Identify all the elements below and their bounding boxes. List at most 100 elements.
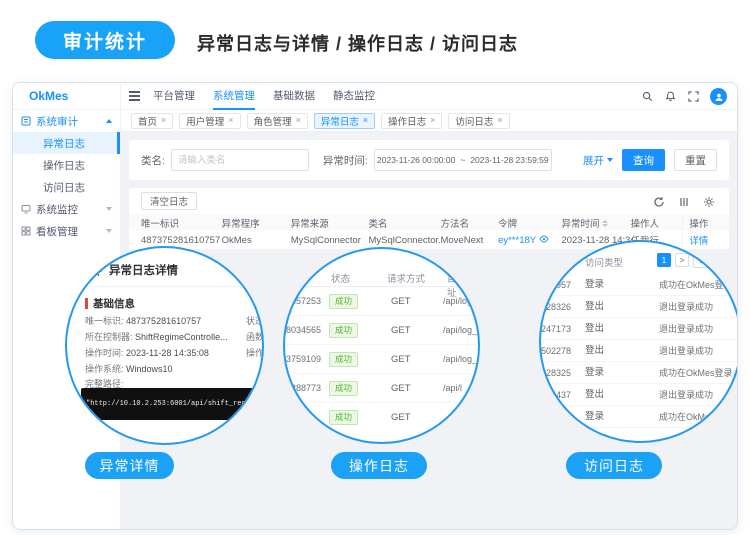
top-nav: 平台管理 系统管理 基础数据 静态监控 (153, 83, 375, 110)
detail-field: 操作系统: Windows10 (85, 362, 173, 375)
page-current-button[interactable]: 1 (657, 253, 671, 267)
access-log-header: 访问类型 1 > 10 条/页 (541, 252, 738, 270)
clear-log-button[interactable]: 清空日志 (141, 192, 197, 210)
sidebar-group-audit[interactable]: 系统审计 (13, 110, 120, 132)
class-name-label: 类名: (141, 153, 165, 168)
page-size-select[interactable]: 10 条/页 (693, 252, 738, 268)
sidebar-group-monitor[interactable]: 系统监控 (13, 198, 120, 220)
table-header-row: 唯一标识 异常程序 异常来源 类名 方法名 令牌 异常时间 操作人 操作 (129, 214, 729, 231)
cell-class: MySqlConnector... (368, 235, 440, 246)
caret-down-icon (106, 207, 112, 211)
section-marker (85, 298, 88, 309)
column-settings-icon[interactable] (678, 195, 690, 207)
page: 审计统计 异常日志与详情 / 操作日志 / 访问日志 OkMes 平台管理 系统… (0, 0, 750, 535)
date-end: 2023-11-28 23:59:59 (470, 155, 548, 165)
detail-field-right: 状态 (246, 314, 264, 327)
detail-link[interactable]: 详情 (682, 233, 717, 247)
back-arrow-icon[interactable] (91, 264, 103, 276)
detail-field: 所在控制器: ShiftRegimeControlle... (85, 330, 228, 343)
app-window: OkMes 平台管理 系统管理 基础数据 静态监控 (12, 82, 738, 530)
sidebar-item-exception-log[interactable]: 异常日志 (13, 132, 120, 154)
date-range-picker[interactable]: 2023-11-26 00:00:00 ~ 2023-11-28 23:59:5… (374, 149, 552, 171)
detail-title: 异常日志详情 (109, 262, 178, 278)
tab-exception-log[interactable]: 异常日志× (314, 113, 375, 129)
eye-icon[interactable] (539, 235, 549, 246)
sidebar-item-access-log[interactable]: 访问日志 (13, 176, 120, 198)
cell-token: ey***18Y (498, 235, 561, 246)
op-col-status: 状态 (331, 271, 350, 285)
access-log-row: 407455928325登录成功在OkMes登录 (541, 362, 738, 384)
chevron-down-icon (729, 259, 735, 262)
monitor-icon (21, 204, 31, 214)
op-log-row: 成功 GET (285, 403, 478, 432)
reset-button[interactable]: 重置 (674, 149, 717, 171)
search-button[interactable]: 查询 (622, 149, 665, 171)
access-log-row: 7455928326登出退出登录成功 (541, 296, 738, 318)
sidebar-item-operation-log[interactable]: 操作日志 (13, 154, 120, 176)
close-icon[interactable]: × (161, 116, 166, 125)
col-header-token: 令牌 (498, 216, 561, 230)
menu-collapse-icon[interactable] (129, 91, 140, 101)
op-log-header: 状态 请求方式 目标地址 (285, 269, 478, 287)
class-name-input[interactable] (171, 149, 309, 171)
close-icon[interactable]: × (228, 116, 233, 125)
sidebar-group-kanban[interactable]: 看板管理 (13, 220, 120, 242)
tab-bar: 首页× 用户管理× 角色管理× 异常日志× 操作日志× 访问日志× (121, 110, 737, 132)
col-header-id: 唯一标识 (141, 216, 222, 230)
chevron-down-icon (607, 158, 613, 162)
table-toolbar: 清空日志 (129, 188, 729, 214)
tab-users[interactable]: 用户管理× (179, 113, 240, 129)
navbar-actions (641, 83, 727, 110)
sidebar-group-label: 系统审计 (36, 114, 78, 129)
highlight-circle-access-log: 访问类型 1 > 10 条/页 477957登录成功在OkMes登录 74559… (539, 240, 738, 443)
status-badge: 成功 (329, 381, 358, 396)
close-icon[interactable]: × (430, 116, 435, 125)
nav-item-basedata[interactable]: 基础数据 (273, 83, 315, 110)
access-log-row: 登出 (541, 428, 738, 443)
col-header-method: 方法名 (440, 216, 498, 230)
bell-icon[interactable] (664, 91, 676, 103)
tab-roles[interactable]: 角色管理× (247, 113, 308, 129)
cell-program: OkMes (222, 235, 291, 246)
op-log-row: 1253759109 成功 GET /api/log_re (285, 345, 478, 374)
logo-area: OkMes (13, 83, 121, 110)
status-badge: 成功 (329, 410, 358, 425)
refresh-icon[interactable] (653, 195, 665, 207)
params-label: 请求参数: (85, 428, 124, 441)
sort-icon[interactable] (602, 220, 608, 227)
app-logo: OkMes (29, 83, 68, 109)
col-header-source: 异常来源 (291, 216, 369, 230)
nav-item-system[interactable]: 系统管理 (213, 83, 255, 110)
access-type-header: 访问类型 (585, 255, 623, 269)
page-next-button[interactable]: > (675, 253, 689, 267)
search-icon[interactable] (641, 91, 653, 103)
op-col-method: 请求方式 (387, 271, 425, 285)
callout-access-log: 访问日志 (566, 452, 662, 479)
filter-bar: 类名: 异常时间: 2023-11-26 00:00:00 ~ 2023-11-… (129, 140, 729, 180)
nav-item-monitor[interactable]: 静态监控 (333, 83, 375, 110)
op-log-row: 48357253 成功 GET /api/log_ (285, 287, 478, 316)
sidebar-group-label: 看板管理 (36, 224, 78, 239)
close-icon[interactable]: × (497, 116, 502, 125)
access-log-row: 407706247173登出退出登录成功 (541, 318, 738, 340)
nav-item-platform[interactable]: 平台管理 (153, 83, 195, 110)
fullscreen-icon[interactable] (687, 91, 699, 103)
page-title: 异常日志与详情 / 操作日志 / 访问日志 (197, 30, 518, 56)
access-log-row: 7443730437登出退出登录成功 (541, 384, 738, 406)
tab-operation-log[interactable]: 操作日志× (381, 113, 442, 129)
page-badge: 审计统计 (35, 21, 175, 59)
col-header-class: 类名 (368, 216, 440, 230)
detail-header: 异常日志详情 (67, 260, 178, 280)
settings-gear-icon[interactable] (703, 195, 715, 207)
avatar[interactable] (710, 88, 727, 105)
status-badge: 成功 (329, 323, 358, 338)
op-log-row: 5478034565 成功 GET /api/log_re (285, 316, 478, 345)
col-header-operator: 操作人 (631, 216, 683, 230)
close-icon[interactable]: × (363, 116, 368, 125)
cell-method: MoveNext (440, 235, 498, 246)
date-start: 2023-11-26 00:00:00 (377, 155, 455, 165)
close-icon[interactable]: × (296, 116, 301, 125)
expand-link[interactable]: 展开 (583, 153, 613, 168)
tab-access-log[interactable]: 访问日志× (448, 113, 509, 129)
tab-home[interactable]: 首页× (131, 113, 173, 129)
